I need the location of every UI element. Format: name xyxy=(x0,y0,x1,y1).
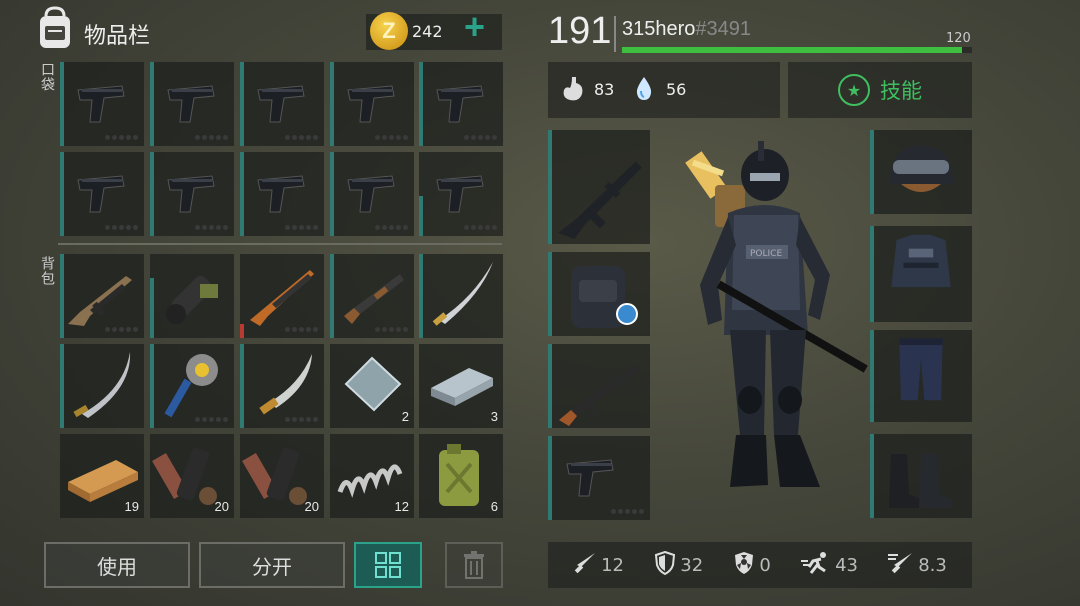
upgrade-dots xyxy=(375,327,408,332)
grid-icon xyxy=(375,552,401,578)
item-count: 2 xyxy=(401,409,409,424)
upgrade-dots xyxy=(105,225,138,230)
player-level: 191 xyxy=(548,10,612,52)
inventory-slot[interactable] xyxy=(330,152,414,236)
item-count: 19 xyxy=(124,499,139,514)
add-coins-button[interactable]: + xyxy=(464,6,485,48)
item-count: 20 xyxy=(214,499,229,514)
inventory-slot[interactable] xyxy=(870,434,972,518)
inventory-slot[interactable]: 19 xyxy=(60,434,144,518)
inventory-slot[interactable] xyxy=(548,252,650,336)
upgrade-dots xyxy=(285,135,318,140)
star-icon: ★ xyxy=(838,74,870,106)
attack-speed-stat: 8.3 xyxy=(888,551,947,580)
backpack-icon xyxy=(34,6,76,50)
xp-max: 120 xyxy=(946,31,971,46)
inventory-slot[interactable] xyxy=(330,62,414,146)
radiation-stat: 0 xyxy=(733,551,771,580)
skills-label: 技能 xyxy=(880,79,922,103)
upgrade-dots xyxy=(464,225,497,230)
coin-count: 242 xyxy=(412,22,443,41)
item-count: 20 xyxy=(304,499,319,514)
trash-icon xyxy=(464,551,484,579)
delete-button[interactable] xyxy=(445,542,503,588)
upgrade-dots xyxy=(195,225,228,230)
fast-knife-icon xyxy=(888,551,914,580)
player-name-row: 315hero#3491 xyxy=(622,18,751,41)
shield-icon xyxy=(654,550,676,580)
svg-text:POLICE: POLICE xyxy=(750,249,782,259)
inventory-slot[interactable] xyxy=(240,152,324,236)
inventory-slot[interactable] xyxy=(240,254,324,338)
stats-bar: 12 32 0 43 8.3 xyxy=(548,542,972,588)
item-count: 3 xyxy=(490,409,498,424)
item-count: 12 xyxy=(394,499,409,514)
inventory-slot[interactable] xyxy=(240,62,324,146)
inventory-slot[interactable] xyxy=(548,130,650,244)
inventory-slot[interactable] xyxy=(60,152,144,236)
inventory-slot[interactable] xyxy=(150,152,234,236)
xp-bar-fill xyxy=(622,47,962,53)
level-divider xyxy=(614,16,616,52)
upgrade-dots xyxy=(285,225,318,230)
skills-button[interactable]: ★ 技能 xyxy=(788,62,972,118)
inventory-slot[interactable] xyxy=(60,254,144,338)
stomach-icon xyxy=(558,74,588,108)
running-icon xyxy=(801,551,831,580)
use-button[interactable]: 使用 xyxy=(44,542,190,588)
divider xyxy=(58,243,502,245)
knife-icon xyxy=(573,551,597,580)
sort-button[interactable] xyxy=(354,542,422,588)
character-model: POLICE xyxy=(670,135,870,505)
upgrade-dots xyxy=(195,135,228,140)
inventory-slot[interactable]: 6 xyxy=(419,434,503,518)
inventory-slot[interactable]: 3 xyxy=(419,344,503,428)
inventory-title: 物品栏 xyxy=(84,24,151,49)
inventory-slot[interactable] xyxy=(60,62,144,146)
player-name: 315hero xyxy=(622,18,696,40)
defense-stat: 32 xyxy=(654,550,703,580)
inventory-slot[interactable] xyxy=(419,62,503,146)
inventory-slot[interactable]: 12 xyxy=(330,434,414,518)
pocket-label: 口袋 xyxy=(39,62,55,92)
inventory-slot[interactable]: 2 xyxy=(330,344,414,428)
attack-stat: 12 xyxy=(573,551,624,580)
water-value: 56 xyxy=(666,80,687,99)
inventory-slot[interactable] xyxy=(419,152,503,236)
inventory-slot[interactable] xyxy=(60,344,144,428)
backpack-label: 背包 xyxy=(39,256,55,286)
food-value: 83 xyxy=(594,80,615,99)
upgrade-dots xyxy=(464,135,497,140)
inventory-slot[interactable] xyxy=(870,226,972,322)
upgrade-dots xyxy=(285,327,318,332)
upgrade-dots xyxy=(195,417,228,422)
speed-stat: 43 xyxy=(801,551,858,580)
xp-bar-track xyxy=(622,47,972,53)
inventory-slot[interactable] xyxy=(150,254,234,338)
inventory-slot[interactable] xyxy=(150,344,234,428)
inventory-slot[interactable] xyxy=(548,436,650,520)
inventory-slot[interactable] xyxy=(548,344,650,428)
upgrade-dots xyxy=(375,225,408,230)
upgrade-dots xyxy=(375,135,408,140)
upgrade-dots xyxy=(105,135,138,140)
inventory-slot[interactable] xyxy=(870,330,972,422)
upgrade-dots xyxy=(611,509,644,514)
inventory-slot[interactable] xyxy=(419,254,503,338)
item-count: 6 xyxy=(490,499,498,514)
inventory-slot[interactable] xyxy=(330,254,414,338)
inventory-slot[interactable]: 20 xyxy=(240,434,324,518)
inventory-slot[interactable] xyxy=(240,344,324,428)
inventory-slot[interactable]: 20 xyxy=(150,434,234,518)
player-tag: #3491 xyxy=(695,18,752,40)
coin-icon: Z xyxy=(370,12,408,50)
upgrade-dots xyxy=(105,327,138,332)
inventory-slot[interactable] xyxy=(150,62,234,146)
radiation-icon xyxy=(733,551,755,580)
inventory-slot[interactable] xyxy=(870,130,972,214)
water-drop-icon xyxy=(634,76,654,106)
upgrade-dots xyxy=(285,417,318,422)
split-button[interactable]: 分开 xyxy=(199,542,345,588)
